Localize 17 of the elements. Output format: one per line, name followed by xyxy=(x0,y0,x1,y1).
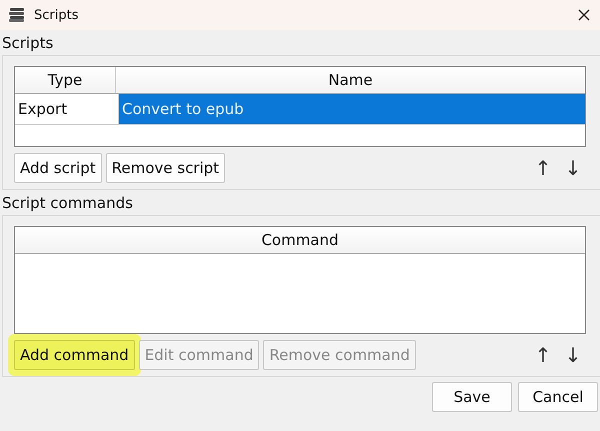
column-header[interactable]: Name xyxy=(116,67,585,93)
stack-icon xyxy=(8,7,26,23)
section-label: Scripts xyxy=(1,33,54,54)
move-up-button[interactable]: ↑ xyxy=(530,156,556,180)
action-button[interactable]: Add script xyxy=(14,153,102,183)
column-header[interactable]: Command xyxy=(15,227,585,253)
move-down-button[interactable]: ↓ xyxy=(560,156,586,180)
window-title: Scripts xyxy=(34,8,78,22)
dialog-button[interactable]: Cancel xyxy=(518,382,598,412)
table-cell[interactable]: Convert to epub xyxy=(119,94,585,124)
dialog-button[interactable]: Save xyxy=(432,382,512,412)
move-up-button[interactable]: ↑ xyxy=(530,343,556,367)
move-down-button[interactable]: ↓ xyxy=(560,343,586,367)
section-label: Script commands xyxy=(1,193,134,214)
action-button[interactable]: Remove script xyxy=(106,153,226,183)
column-header[interactable]: Type xyxy=(15,67,116,93)
close-icon[interactable] xyxy=(578,9,590,21)
